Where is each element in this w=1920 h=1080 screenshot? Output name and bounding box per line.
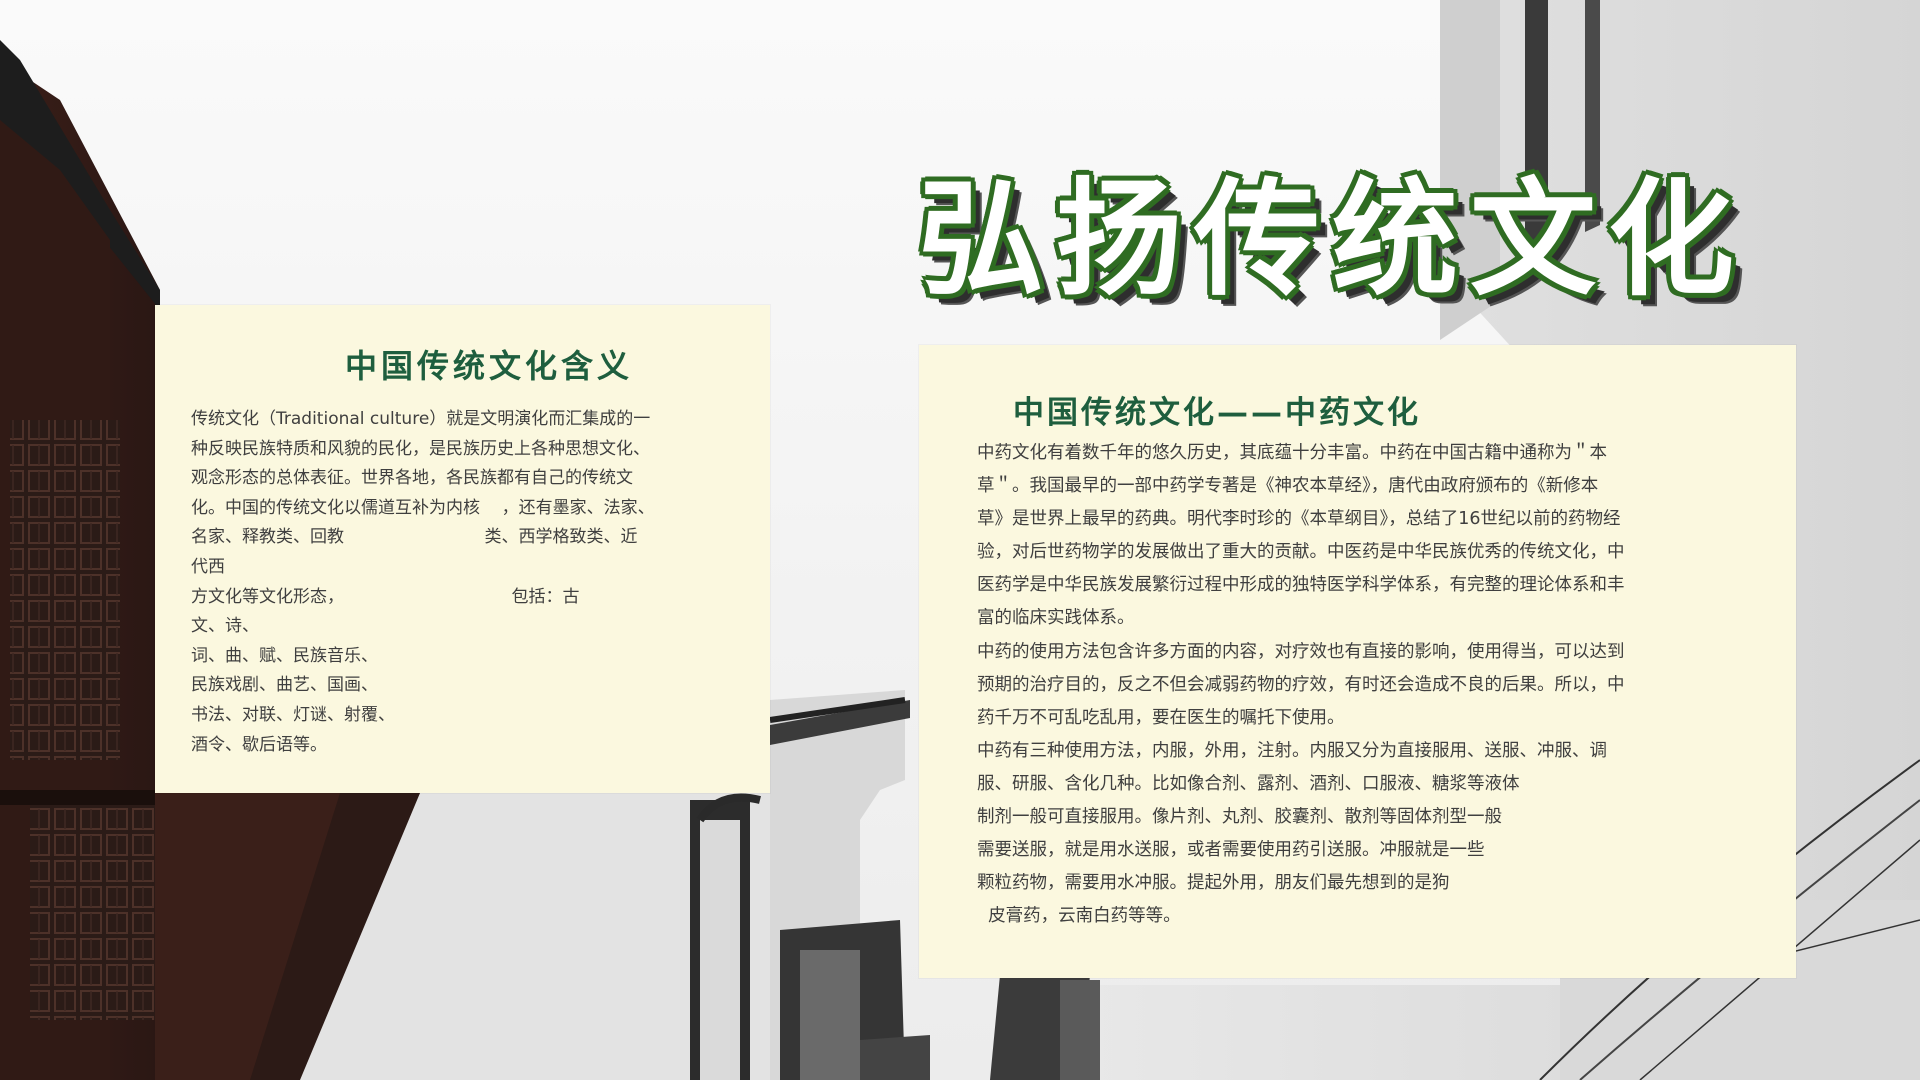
body-line: 验，对后世药物学的发展做出了重大的贡献。中医药是中华民族优秀的传统文化，中 — [977, 542, 1625, 563]
body-line: 文、诗、 — [191, 616, 259, 637]
meaning-card-body: 传统文化（Traditional culture）就是文明演化而汇集成的一 种反… — [191, 405, 751, 760]
medicine-card-title: 中国传统文化——中药文化 — [1013, 395, 1421, 431]
body-line: 名家、释教类、回教 类、西学格致类、近 — [191, 527, 638, 548]
body-line: 中药有三种使用方法，内服，外用，注射。内服又分为直接服用、送服、冲服、调 — [977, 740, 1607, 761]
body-line: 草＂。我国最早的一部中药学专著是《神农本草经》，唐代由政府颁布的《新修本 — [977, 476, 1599, 497]
medicine-card-body: 中药文化有着数千年的悠久历史，其底蕴十分丰富。中药在中国古籍中通称为＂本 草＂。… — [977, 437, 1767, 933]
body-line: 药千万不可乱吃乱用，要在医生的嘱托下使用。 — [977, 707, 1345, 728]
body-line: 草》是世界上最早的药典。明代李时珍的《本草纲目》，总结了16世纪以前的药物经 — [977, 509, 1621, 530]
body-line: 酒令、歇后语等。 — [191, 734, 327, 755]
body-line: 代西 — [191, 556, 225, 577]
meaning-card: 中国传统文化含义 传统文化（Traditional culture）就是文明演化… — [155, 305, 770, 793]
body-line: 种反映民族特质和风貌的民化，是民族历史上各种思想文化、 — [191, 438, 650, 459]
body-line: 观念形态的总体表征。世界各地，各民族都有自己的传统文 — [191, 468, 633, 489]
slide: 弘扬传统文化 中国传统文化含义 传统文化（Traditional culture… — [0, 0, 1920, 1080]
body-line: 皮膏药，云南白药等等。 — [977, 906, 1181, 927]
body-line: 富的临床实践体系。 — [977, 608, 1135, 629]
body-line: 方文化等文化形态， 包括：古 — [191, 586, 580, 607]
body-line: 民族戏剧、曲艺、国画、 — [191, 675, 378, 696]
body-line: 医药学是中华民族发展繁衍过程中形成的独特医学科学体系，有完整的理论体系和丰 — [977, 575, 1625, 596]
body-line: 需要送服，就是用水送服，或者需要使用药引送服。冲服就是一些 — [977, 840, 1485, 861]
body-line: 服、研服、含化几种。比如像合剂、露剂、酒剂、口服液、糖浆等液体 — [977, 773, 1520, 794]
body-line: 词、曲、赋、民族音乐、 — [191, 645, 378, 666]
body-line: 中药文化有着数千年的悠久历史，其底蕴十分丰富。中药在中国古籍中通称为＂本 — [977, 443, 1607, 463]
medicine-card: 中国传统文化——中药文化 中药文化有着数千年的悠久历史，其底蕴十分丰富。中药在中… — [919, 345, 1796, 978]
page-title: 弘扬传统文化 — [918, 166, 1746, 313]
meaning-card-title: 中国传统文化含义 — [345, 347, 634, 385]
body-line: 书法、对联、灯谜、射覆、 — [191, 704, 395, 725]
body-line: 颗粒药物，需要用水冲服。提起外用，朋友们最先想到的是狗 — [977, 873, 1450, 894]
body-line: 化。中国的传统文化以儒道互补为内核 ，还有墨家、法家、 — [191, 497, 655, 518]
body-line: 中药的使用方法包含许多方面的内容，对疗效也有直接的影响，使用得当，可以达到 — [977, 641, 1625, 662]
body-line: 制剂一般可直接服用。像片剂、丸剂、胶囊剂、散剂等固体剂型一般 — [977, 807, 1502, 828]
body-line: 预期的治疗目的，反之不但会减弱药物的疗效，有时还会造成不良的后果。所以，中 — [977, 674, 1625, 695]
body-line: 传统文化（Traditional culture）就是文明演化而汇集成的一 — [191, 409, 651, 429]
